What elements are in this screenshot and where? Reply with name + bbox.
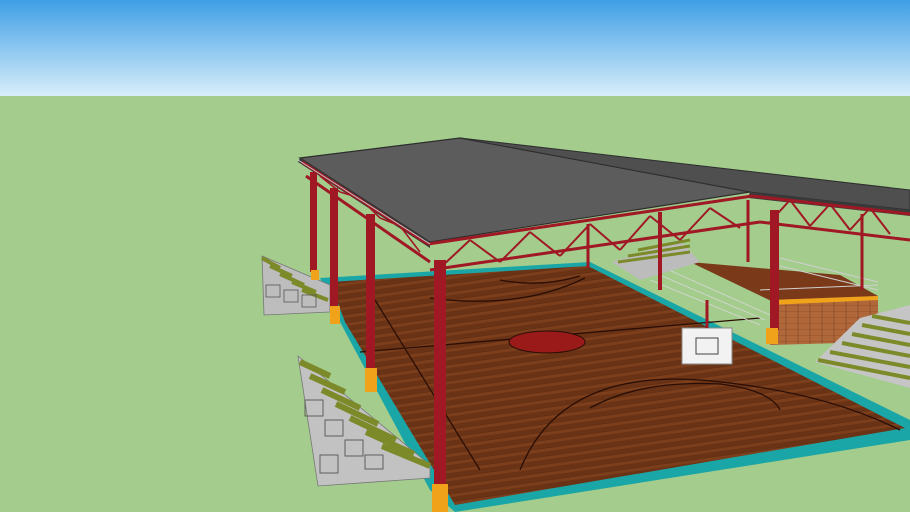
center-circle xyxy=(508,330,586,354)
sketchup-covered-court-scene xyxy=(0,0,910,512)
sky xyxy=(0,0,910,96)
